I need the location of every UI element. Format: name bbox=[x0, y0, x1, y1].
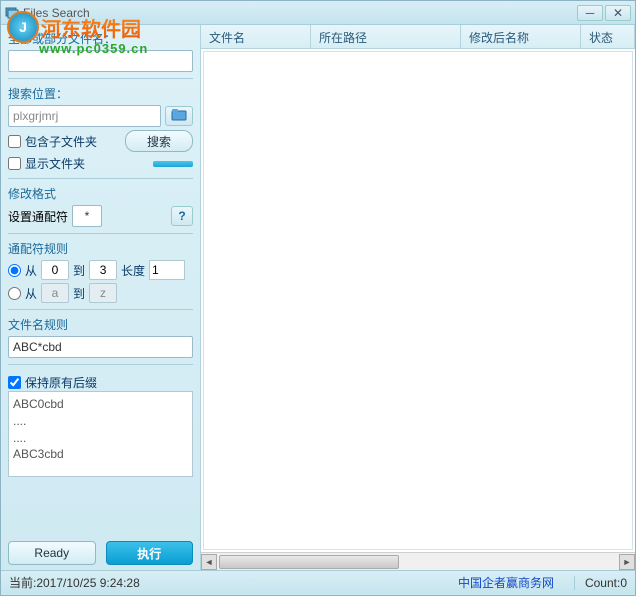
keep-ext-checkbox[interactable] bbox=[8, 376, 21, 389]
show-folder-checkbox[interactable] bbox=[8, 157, 21, 170]
location-input[interactable] bbox=[8, 105, 161, 127]
left-panel: 全部或部分文件名： 搜索位置： 包含子文件夹 搜索 bbox=[1, 25, 201, 570]
filename-section: 全部或部分文件名： bbox=[8, 30, 193, 79]
titlebar: Files Search ─ ✕ bbox=[1, 1, 635, 25]
wildcard-rule-section: 通配符规则 从 到 长度 从 到 bbox=[8, 240, 193, 310]
horizontal-scrollbar[interactable]: ◄ ► bbox=[201, 552, 635, 570]
window-buttons: ─ ✕ bbox=[577, 5, 631, 21]
preview-line: .... bbox=[13, 430, 188, 447]
preview-line: .... bbox=[13, 413, 188, 430]
scroll-right-arrow-icon[interactable]: ► bbox=[619, 554, 635, 570]
wildcard-input[interactable] bbox=[72, 205, 102, 227]
right-panel: 文件名 所在路径 修改后名称 状态 ◄ ► bbox=[201, 25, 635, 570]
preview-line: ABC0cbd bbox=[13, 396, 188, 413]
keep-ext-label: 保持原有后缀 bbox=[25, 374, 97, 391]
table-header: 文件名 所在路径 修改后名称 状态 bbox=[201, 25, 635, 49]
to-alpha-input bbox=[89, 283, 117, 303]
filename-rule-section: 文件名规则 bbox=[8, 316, 193, 365]
column-path[interactable]: 所在路径 bbox=[311, 25, 461, 48]
numeric-rule-radio[interactable] bbox=[8, 264, 21, 277]
execute-button[interactable]: 执行 bbox=[106, 541, 194, 565]
search-button[interactable]: 搜索 bbox=[125, 130, 193, 152]
status-count: Count:0 bbox=[574, 576, 627, 590]
from-alpha-input bbox=[41, 283, 69, 303]
action-buttons: Ready 执行 bbox=[8, 535, 193, 565]
include-subfolder-checkbox[interactable] bbox=[8, 135, 21, 148]
browse-folder-button[interactable] bbox=[165, 106, 193, 126]
ready-button[interactable]: Ready bbox=[8, 541, 96, 565]
folder-icon bbox=[171, 109, 187, 124]
column-filename[interactable]: 文件名 bbox=[201, 25, 311, 48]
preview-line: ABC3cbd bbox=[13, 446, 188, 463]
alpha-rule-radio[interactable] bbox=[8, 287, 21, 300]
to-label-1: 到 bbox=[73, 262, 85, 279]
preview-list: ABC0cbd .... .... ABC3cbd bbox=[8, 391, 193, 477]
status-datetime: 当前:2017/10/25 9:24:28 bbox=[9, 574, 140, 591]
length-label: 长度 bbox=[121, 262, 145, 279]
table-body bbox=[203, 51, 633, 550]
progress-indicator bbox=[153, 161, 193, 167]
format-section: 修改格式 设置通配符 ? bbox=[8, 185, 193, 234]
wildcard-rule-label: 通配符规则 bbox=[8, 240, 193, 257]
format-label: 修改格式 bbox=[8, 185, 193, 202]
from-label-2: 从 bbox=[25, 285, 37, 302]
from-numeric-input[interactable] bbox=[41, 260, 69, 280]
filename-rule-label: 文件名规则 bbox=[8, 316, 193, 333]
scroll-thumb[interactable] bbox=[219, 555, 399, 569]
column-newname[interactable]: 修改后名称 bbox=[461, 25, 581, 48]
window-title: Files Search bbox=[23, 6, 90, 20]
column-status[interactable]: 状态 bbox=[581, 25, 635, 48]
from-label-1: 从 bbox=[25, 262, 37, 279]
preview-section: 保持原有后缀 ABC0cbd .... .... ABC3cbd bbox=[8, 371, 193, 483]
app-icon bbox=[5, 6, 19, 20]
length-spinner[interactable] bbox=[149, 260, 185, 280]
minimize-button[interactable]: ─ bbox=[577, 5, 603, 21]
show-folder-label: 显示文件夹 bbox=[25, 155, 85, 172]
close-button[interactable]: ✕ bbox=[605, 5, 631, 21]
body-area: 全部或部分文件名： 搜索位置： 包含子文件夹 搜索 bbox=[1, 25, 635, 570]
status-link[interactable]: 中国企者赢商务网 bbox=[458, 574, 554, 591]
statusbar: 当前:2017/10/25 9:24:28 中国企者赢商务网 Count:0 bbox=[1, 570, 635, 594]
wildcard-label: 设置通配符 bbox=[8, 208, 68, 225]
to-label-2: 到 bbox=[73, 285, 85, 302]
help-button[interactable]: ? bbox=[171, 206, 193, 226]
include-subfolder-label: 包含子文件夹 bbox=[25, 133, 97, 150]
location-label: 搜索位置： bbox=[8, 85, 193, 102]
filename-input[interactable] bbox=[8, 50, 193, 72]
location-section: 搜索位置： 包含子文件夹 搜索 显示文件夹 bbox=[8, 85, 193, 179]
filename-label: 全部或部分文件名： bbox=[8, 30, 193, 47]
to-numeric-input[interactable] bbox=[89, 260, 117, 280]
app-window: Files Search ─ ✕ J 河东软件园 www.pc0359.cn 全… bbox=[0, 0, 636, 596]
filename-rule-input[interactable] bbox=[8, 336, 193, 358]
scroll-left-arrow-icon[interactable]: ◄ bbox=[201, 554, 217, 570]
